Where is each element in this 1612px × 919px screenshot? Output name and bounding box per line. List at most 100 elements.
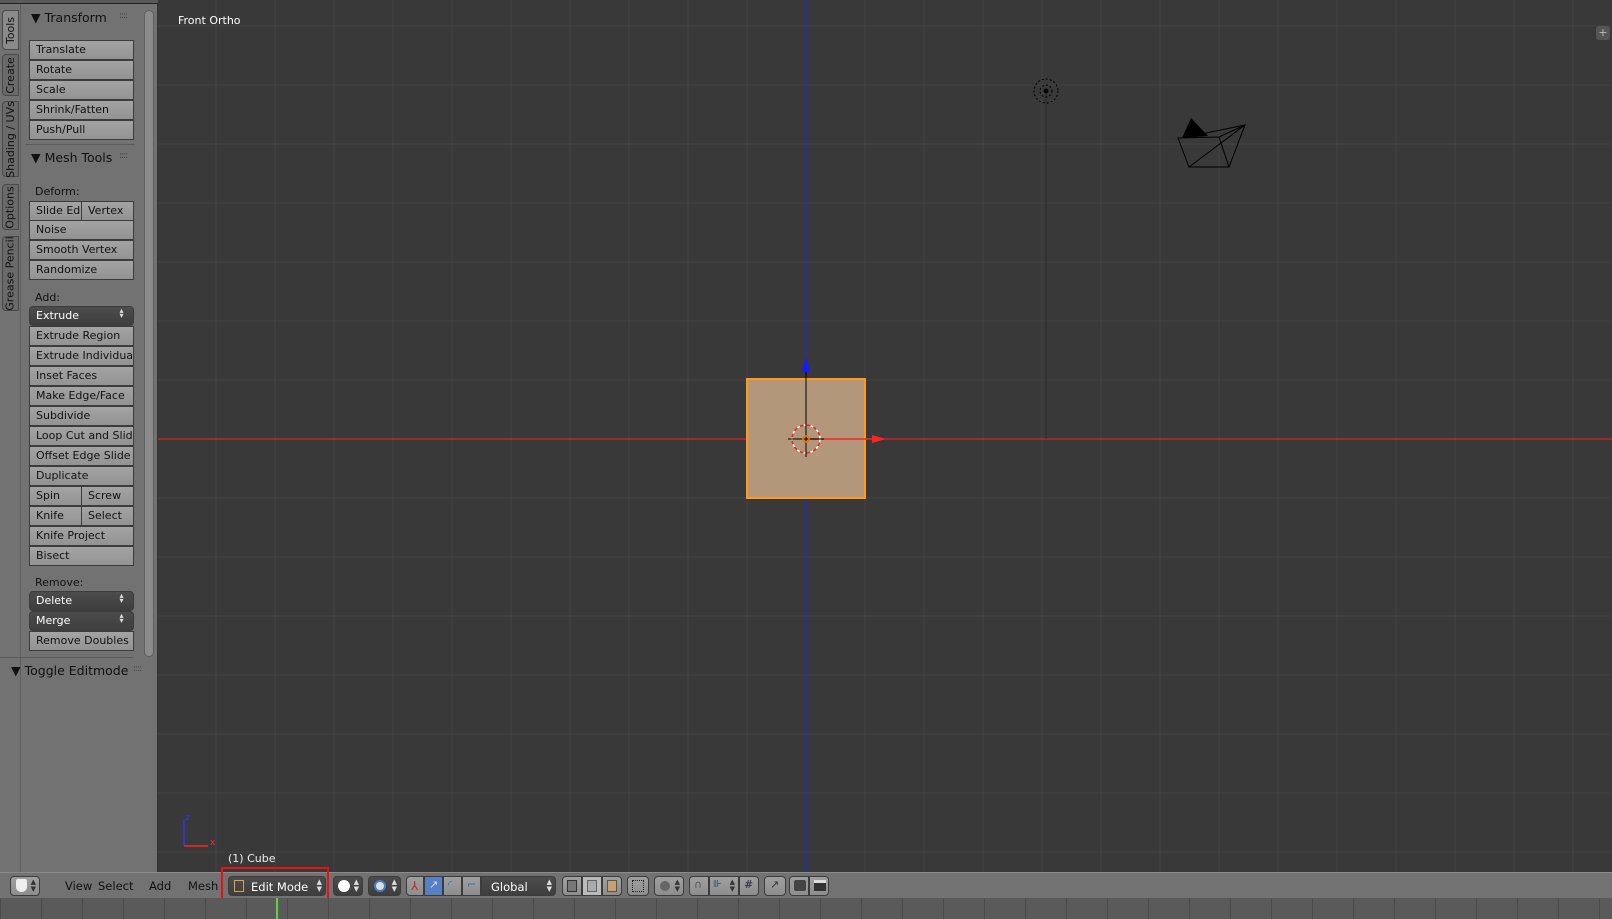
gizmo-x-label: x bbox=[210, 838, 216, 848]
tab-shading-uvs[interactable]: Shading / UVs bbox=[2, 101, 19, 177]
drag-handle-icon[interactable]: :::: bbox=[119, 151, 128, 161]
edge-select-button[interactable] bbox=[582, 876, 602, 896]
highlight-box bbox=[221, 867, 329, 902]
tab-grease-pencil[interactable]: Grease Pencil bbox=[2, 236, 19, 311]
tab-label: Create bbox=[4, 56, 17, 94]
vertex-select-icon bbox=[567, 880, 577, 892]
section-label: Deform: bbox=[35, 185, 80, 198]
sphere-icon bbox=[338, 880, 350, 892]
editor-type-button[interactable]: ▲ ▼ bbox=[10, 876, 40, 896]
vertex-select-button[interactable] bbox=[562, 876, 582, 896]
shrink-fatten-button[interactable]: Shrink/Fatten bbox=[29, 100, 134, 120]
pivot-point-button[interactable]: ▲ ▼ bbox=[368, 876, 401, 896]
render-image-button[interactable] bbox=[789, 876, 809, 896]
snap-element-select[interactable]: ⊪ ▲ ▼ bbox=[709, 876, 739, 896]
transform-title: Transform bbox=[44, 10, 107, 25]
timeline[interactable] bbox=[0, 898, 1612, 919]
snap-toggle[interactable]: ∩ bbox=[689, 876, 709, 896]
snap-increment-icon: ⊪ bbox=[713, 879, 722, 890]
translate-manipulator-button[interactable]: ↗ bbox=[424, 876, 443, 896]
limit-selection-button[interactable] bbox=[627, 876, 649, 896]
slide-ed-button[interactable]: Slide Ed bbox=[29, 201, 82, 221]
current-frame-indicator[interactable] bbox=[276, 898, 278, 919]
viewport-canvas: zx bbox=[158, 0, 1612, 872]
scale-manipulator-button[interactable]: ⌐ bbox=[462, 876, 481, 896]
object-info-label: (1) Cube bbox=[228, 852, 276, 865]
rotate-button[interactable]: Rotate bbox=[29, 60, 134, 80]
tab-label: Options bbox=[4, 185, 18, 229]
orientation-label: Global bbox=[491, 880, 528, 894]
tool-tabs: Tools Create Shading / UVs Options Grease Pe… bbox=[0, 4, 21, 872]
render-arrow-icon: ↗ bbox=[770, 878, 780, 891]
menu-add[interactable]: Add bbox=[149, 879, 171, 893]
arrow-icon: ↗ bbox=[429, 878, 439, 891]
occlude-icon bbox=[632, 880, 644, 892]
view-name-label: Front Ortho bbox=[178, 14, 241, 27]
manipulator-toggle[interactable]: ⅄ bbox=[406, 876, 424, 896]
select-button[interactable]: Select bbox=[81, 506, 134, 526]
menu-select[interactable]: Select bbox=[98, 879, 133, 893]
section-label: Remove: bbox=[35, 576, 84, 589]
viewport-header: ▲ ▼ View Select Add Mesh Edit Mode ▲ ▼ ▲ ▼ … bbox=[0, 867, 1612, 902]
inset-faces-button[interactable]: Inset Faces bbox=[29, 366, 134, 386]
viewport-shading-button[interactable]: ▲ ▼ bbox=[333, 876, 363, 896]
vertex-button[interactable]: Vertex bbox=[81, 201, 134, 221]
snap-target-button[interactable]: # bbox=[739, 876, 759, 896]
drag-handle-icon[interactable]: :::: bbox=[133, 664, 142, 674]
z-manip-arrow bbox=[802, 356, 810, 372]
bisect-button[interactable]: Bisect bbox=[29, 546, 134, 566]
extrude-dropdown[interactable]: Extrude bbox=[29, 306, 134, 326]
render-animation-button[interactable] bbox=[809, 876, 829, 896]
tab-options[interactable]: Options bbox=[2, 184, 19, 230]
transform-panel-header[interactable]: ▼ Transform:::: bbox=[31, 10, 128, 25]
knife-project-button[interactable]: Knife Project bbox=[29, 526, 134, 546]
loop-cut-and-slide-button[interactable]: Loop Cut and Slide bbox=[29, 426, 134, 446]
3d-viewport[interactable]: zx Front Ortho (1) Cube + bbox=[158, 0, 1612, 872]
face-select-icon bbox=[607, 880, 617, 892]
remove-doubles-button[interactable]: Remove Doubles bbox=[29, 631, 134, 651]
extrude-region-button[interactable]: Extrude Region bbox=[29, 326, 134, 346]
spin-button[interactable]: Spin bbox=[29, 486, 82, 506]
x-manip-arrow bbox=[872, 435, 886, 443]
scale-button[interactable]: Scale bbox=[29, 80, 134, 100]
transform-orientation-select[interactable]: Global ▲ ▼ bbox=[481, 876, 556, 896]
grid-icon: # bbox=[744, 878, 754, 891]
screw-button[interactable]: Screw bbox=[81, 486, 134, 506]
toggle-editmode-panel-header[interactable]: ▼ Toggle Editmode:::: bbox=[11, 663, 142, 678]
randomize-button[interactable]: Randomize bbox=[29, 260, 134, 280]
properties-toggle-button[interactable]: + bbox=[1596, 26, 1610, 40]
translate-button[interactable]: Translate bbox=[29, 40, 134, 60]
tab-label: Shading / UVs bbox=[4, 100, 18, 178]
noise-button[interactable]: Noise bbox=[29, 220, 134, 240]
panel-scrollbar[interactable] bbox=[144, 10, 154, 657]
lamp-center bbox=[1043, 88, 1049, 94]
merge-dropdown[interactable]: Merge bbox=[29, 611, 134, 631]
delete-dropdown[interactable]: Delete bbox=[29, 591, 134, 611]
mesh-tools-panel-header[interactable]: ▼ Mesh Tools:::: bbox=[31, 150, 128, 165]
gizmo-z-label: z bbox=[185, 813, 190, 823]
duplicate-button[interactable]: Duplicate bbox=[29, 466, 134, 486]
magnet-icon: ∩ bbox=[694, 878, 703, 891]
drag-handle-icon[interactable]: :::: bbox=[119, 11, 128, 21]
opengl-render-button[interactable]: ↗ bbox=[764, 876, 786, 896]
menu-view[interactable]: View bbox=[65, 879, 92, 893]
make-edge-face-button[interactable]: Make Edge/Face bbox=[29, 386, 134, 406]
menu-mesh[interactable]: Mesh bbox=[188, 879, 218, 893]
smooth-vertex-button[interactable]: Smooth Vertex bbox=[29, 240, 134, 260]
edge-select-icon bbox=[587, 880, 597, 892]
clapper-icon bbox=[814, 880, 826, 891]
extrude-individual-button[interactable]: Extrude Individual bbox=[29, 346, 134, 366]
knife-button[interactable]: Knife bbox=[29, 506, 82, 526]
rotate-icon: ◜ bbox=[448, 878, 453, 891]
tab-create[interactable]: Create bbox=[2, 54, 19, 96]
tab-tools[interactable]: Tools bbox=[2, 10, 19, 50]
subdivide-button[interactable]: Subdivide bbox=[29, 406, 134, 426]
rotate-manipulator-button[interactable]: ◜ bbox=[443, 876, 462, 896]
push-pull-button[interactable]: Push/Pull bbox=[29, 120, 134, 140]
face-select-button[interactable] bbox=[602, 876, 622, 896]
mesh-tools-title: Mesh Tools bbox=[44, 150, 113, 165]
proportional-edit-button[interactable]: ▲ ▼ bbox=[654, 876, 684, 896]
offset-edge-slide-button[interactable]: Offset Edge Slide bbox=[29, 446, 134, 466]
divider bbox=[25, 144, 135, 145]
scale-icon: ⌐ bbox=[467, 878, 477, 891]
